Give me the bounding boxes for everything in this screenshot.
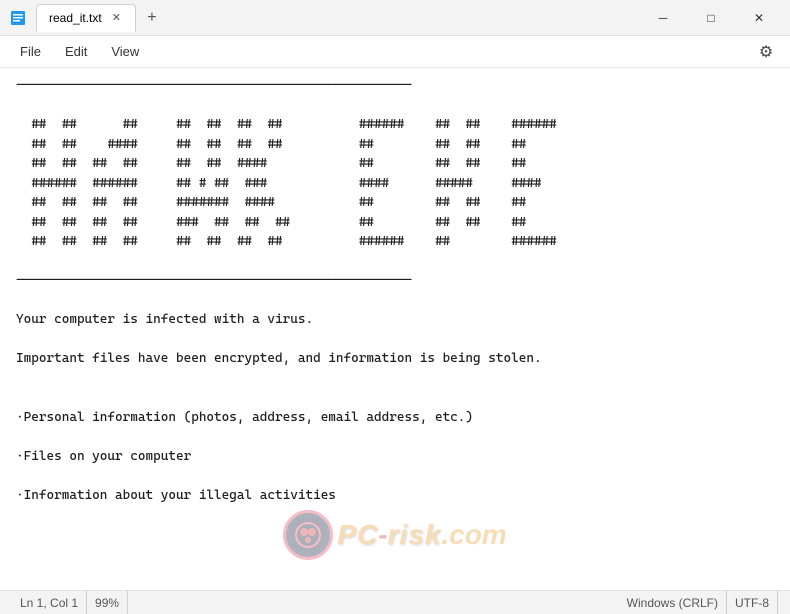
maximize-button[interactable]: □ bbox=[688, 2, 734, 34]
tab-bar: read_it.txt ✕ + bbox=[36, 4, 640, 32]
settings-icon[interactable]: ⚙ bbox=[750, 36, 782, 68]
cursor-position[interactable]: Ln 1, Col 1 bbox=[12, 591, 87, 614]
statusbar: Ln 1, Col 1 99% Windows (CRLF) UTF-8 bbox=[0, 590, 790, 614]
line-ending[interactable]: Windows (CRLF) bbox=[619, 591, 727, 614]
close-button[interactable]: ✕ bbox=[736, 2, 782, 34]
titlebar: read_it.txt ✕ + ─ □ ✕ bbox=[0, 0, 790, 36]
window-controls: ─ □ ✕ bbox=[640, 2, 782, 34]
app-icon bbox=[8, 8, 28, 28]
editor-container: ----------------------------------------… bbox=[0, 68, 790, 590]
zoom-level[interactable]: 99% bbox=[87, 591, 128, 614]
tab-close-button[interactable]: ✕ bbox=[110, 9, 123, 26]
tab-title: read_it.txt bbox=[49, 11, 102, 25]
edit-menu[interactable]: Edit bbox=[53, 40, 99, 63]
view-menu[interactable]: View bbox=[99, 40, 151, 63]
active-tab[interactable]: read_it.txt ✕ bbox=[36, 4, 136, 32]
file-menu[interactable]: File bbox=[8, 40, 53, 63]
menubar: File Edit View ⚙ bbox=[0, 36, 790, 68]
editor-content[interactable]: ----------------------------------------… bbox=[0, 68, 790, 590]
encoding[interactable]: UTF-8 bbox=[727, 591, 778, 614]
new-tab-button[interactable]: + bbox=[138, 4, 166, 32]
minimize-button[interactable]: ─ bbox=[640, 2, 686, 34]
